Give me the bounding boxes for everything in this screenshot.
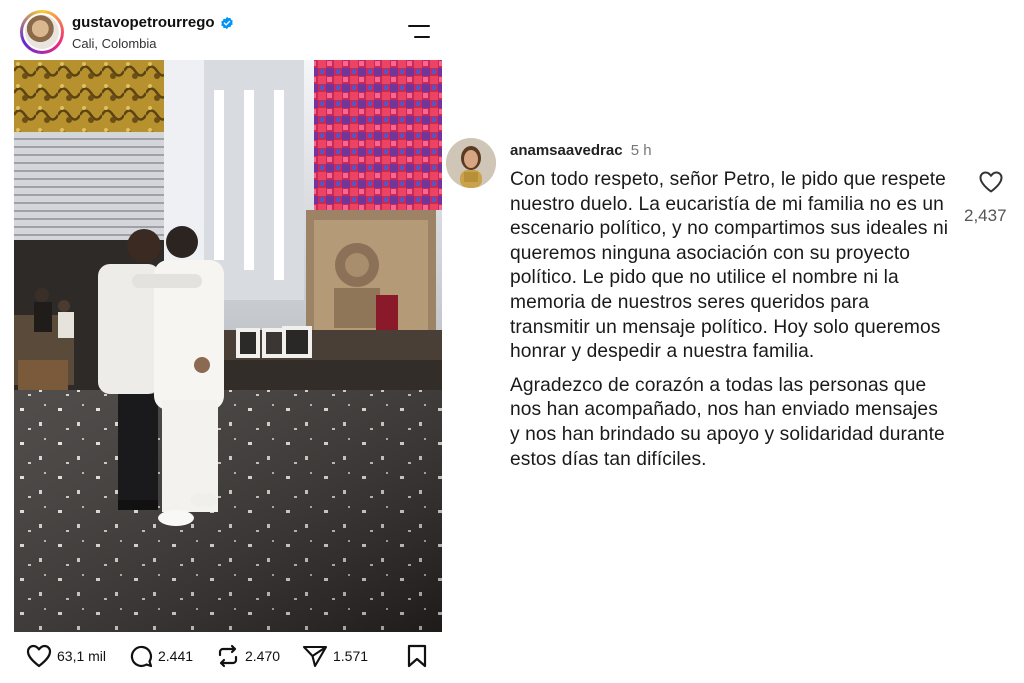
- commenter-avatar-image: [446, 138, 496, 188]
- comment-like-count: 2,437: [964, 206, 1007, 225]
- share-button[interactable]: 1.571: [302, 644, 368, 668]
- comment-username[interactable]: anamsaavedrac: [510, 142, 623, 159]
- post-photo[interactable]: [14, 60, 442, 632]
- profile-avatar[interactable]: [20, 10, 64, 54]
- comment-count: 2.441: [158, 648, 194, 664]
- comment-heart-icon[interactable]: [978, 170, 1004, 194]
- avatar-image: [23, 13, 61, 51]
- comment-button[interactable]: 2.441: [129, 644, 193, 668]
- comment-time: 5 h: [630, 142, 652, 159]
- comment-paragraph: Agradezco de corazón a todas las persona…: [510, 374, 945, 470]
- comment-paragraph: Con todo respeto, señor Petro, le pido q…: [510, 169, 949, 363]
- comment-card: anamsaavedrac 5 h Con todo respeto, seño…: [446, 130, 1024, 550]
- comment-text: Con todo respeto, señor Petro, le pido q…: [510, 168, 950, 481]
- comment-user-row: anamsaavedrac 5 h: [510, 142, 652, 159]
- church-scene-image: [14, 60, 442, 632]
- post-actions: 63,1 mil 2.441 2.470 1.571: [26, 644, 436, 674]
- post-username[interactable]: gustavopetrourrego: [72, 14, 215, 31]
- like-button[interactable]: 63,1 mil: [26, 644, 106, 668]
- save-button[interactable]: [406, 644, 428, 668]
- heart-icon: [26, 644, 52, 668]
- repost-icon: [218, 644, 238, 668]
- verified-badge-icon: [220, 16, 233, 29]
- instagram-post: gustavopetrourrego Cali, Colombia 63,1 m…: [0, 0, 458, 683]
- username-row: gustavopetrourrego: [72, 14, 234, 31]
- post-header: gustavopetrourrego Cali, Colombia: [20, 10, 440, 56]
- share-count: 1.571: [333, 648, 369, 664]
- bookmark-icon: [407, 644, 427, 668]
- commenter-avatar[interactable]: [446, 138, 496, 188]
- comment-icon: [130, 645, 153, 668]
- share-icon: [302, 645, 328, 668]
- post-location[interactable]: Cali, Colombia: [72, 36, 157, 51]
- like-count: 63,1 mil: [57, 648, 107, 664]
- repost-count: 2.470: [245, 648, 281, 664]
- menu-icon[interactable]: [408, 22, 430, 40]
- repost-button[interactable]: 2.470: [216, 644, 280, 668]
